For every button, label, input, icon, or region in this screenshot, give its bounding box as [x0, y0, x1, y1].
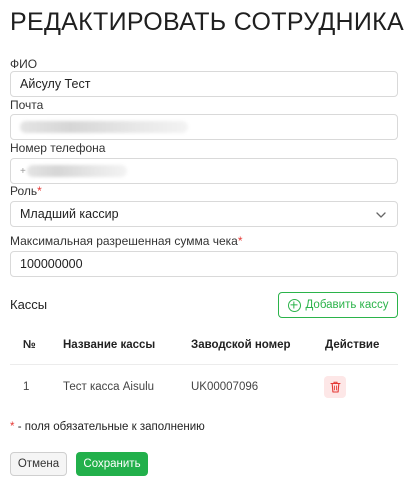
max-sum-value: 100000000	[20, 257, 83, 271]
table-header-divider	[10, 364, 398, 365]
phone-prefix: +	[20, 165, 26, 177]
phone-label: Номер телефона	[10, 141, 106, 155]
add-cashbox-button[interactable]: Добавить кассу	[278, 292, 398, 318]
required-asterisk: *	[10, 421, 15, 433]
add-cashbox-label: Добавить кассу	[305, 299, 389, 311]
phone-value-redacted	[26, 165, 127, 177]
fio-input[interactable]: Айсулу Тест	[10, 71, 398, 97]
column-header-action: Действие	[325, 339, 380, 351]
required-fields-note: * - поля обязательные к заполнению	[10, 421, 205, 433]
save-button[interactable]: Сохранить	[76, 452, 148, 476]
page-title: РЕДАКТИРОВАТЬ СОТРУДНИКА	[10, 8, 405, 36]
cashboxes-section-title: Кассы	[10, 297, 48, 312]
cancel-button[interactable]: Отмена	[10, 452, 67, 476]
phone-input[interactable]: +	[10, 158, 398, 184]
fio-label: ФИО	[10, 57, 38, 71]
column-header-number: №	[23, 339, 36, 351]
max-sum-label: Максимальная разрешенная сумма чека*	[10, 234, 243, 248]
column-header-name: Название кассы	[63, 339, 156, 351]
email-label: Почта	[10, 98, 44, 112]
fio-value: Айсулу Тест	[20, 77, 91, 91]
required-asterisk: *	[237, 234, 243, 248]
trash-icon	[329, 381, 341, 393]
column-header-serial: Заводской номер	[191, 339, 291, 351]
role-select[interactable]: Младший кассир	[10, 201, 398, 227]
delete-cashbox-button[interactable]	[324, 376, 346, 398]
role-value: Младший кассир	[20, 207, 119, 221]
role-label: Роль*	[10, 184, 42, 198]
max-sum-input[interactable]: 100000000	[10, 251, 398, 277]
plus-circle-icon	[287, 298, 301, 312]
email-value-redacted	[20, 121, 188, 133]
required-note-text: - поля обязательные к заполнению	[17, 421, 205, 433]
chevron-down-icon	[376, 212, 386, 218]
row-cashbox-name: Тест касса Aisulu	[63, 381, 155, 393]
required-asterisk: *	[37, 184, 42, 198]
row-number: 1	[23, 381, 30, 393]
email-input[interactable]	[10, 114, 398, 140]
row-serial-number: UK00007096	[191, 381, 259, 393]
